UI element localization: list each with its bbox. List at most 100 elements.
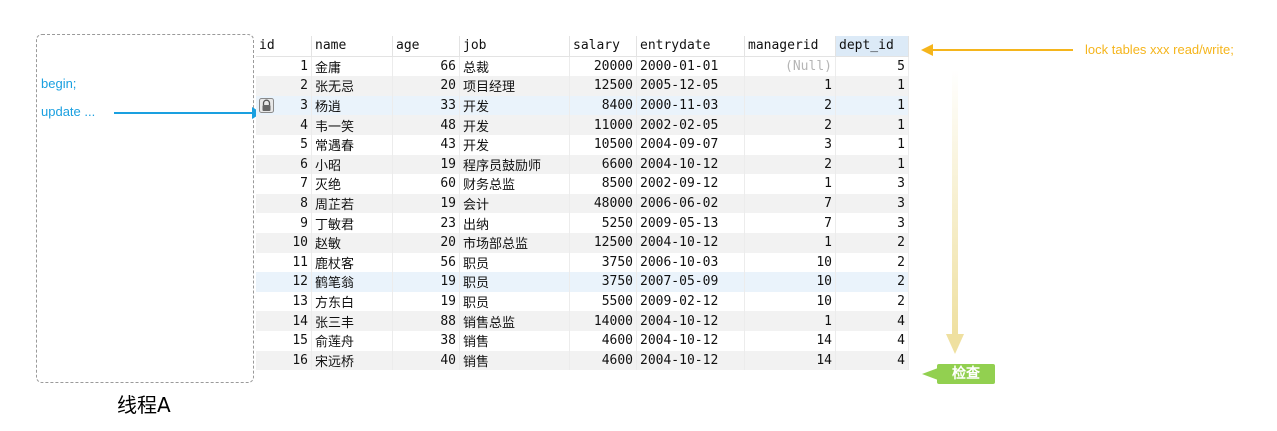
cell-age[interactable]: 48 <box>392 115 460 135</box>
cell-id[interactable]: 13 <box>256 291 312 312</box>
cell-managerid[interactable]: 1 <box>744 311 836 331</box>
cell-entrydate[interactable]: 2007-05-09 <box>636 272 745 292</box>
cell-dept-id[interactable]: 1 <box>835 76 909 96</box>
cell-job[interactable]: 项目经理 <box>459 76 570 96</box>
cell-name[interactable]: 常遇春 <box>311 134 393 155</box>
cell-age[interactable]: 19 <box>392 272 460 292</box>
cell-job[interactable]: 开发 <box>459 95 570 116</box>
cell-id[interactable]: 12 <box>256 272 312 292</box>
cell-name[interactable]: 丁敏君 <box>311 213 393 233</box>
table-row[interactable]: 7 灭绝 60 财务总监 8500 2002-09-12 1 3 <box>256 174 909 194</box>
column-header-id[interactable]: id <box>256 36 312 57</box>
table-row[interactable]: 13 方东白 19 职员 5500 2009-02-12 10 2 <box>256 291 909 312</box>
cell-managerid[interactable]: 14 <box>744 350 836 371</box>
table-row[interactable]: 16 宋远桥 40 销售 4600 2004-10-12 14 4 <box>256 350 909 371</box>
cell-id[interactable]: 6 <box>256 154 312 175</box>
cell-salary[interactable]: 12500 <box>569 76 637 96</box>
cell-age[interactable]: 60 <box>392 174 460 194</box>
cell-name[interactable]: 杨逍 <box>311 95 393 116</box>
cell-id[interactable]: 10 <box>256 232 312 253</box>
cell-name[interactable]: 赵敏 <box>311 232 393 253</box>
table-row[interactable]: 15 俞莲舟 38 销售 4600 2004-10-12 14 4 <box>256 330 909 351</box>
cell-name[interactable]: 俞莲舟 <box>311 330 393 351</box>
cell-name[interactable]: 周芷若 <box>311 193 393 214</box>
cell-salary[interactable]: 11000 <box>569 115 637 135</box>
cell-entrydate[interactable]: 2004-10-12 <box>636 350 745 371</box>
cell-id[interactable]: 2 <box>256 76 312 96</box>
cell-age[interactable]: 40 <box>392 350 460 371</box>
cell-managerid[interactable]: 1 <box>744 174 836 194</box>
table-row[interactable]: 11 鹿杖客 56 职员 3750 2006-10-03 10 2 <box>256 252 909 273</box>
cell-salary[interactable]: 5250 <box>569 213 637 233</box>
column-header-name[interactable]: name <box>311 36 393 57</box>
column-header-managerid[interactable]: managerid <box>744 36 836 57</box>
cell-id[interactable]: 16 <box>256 350 312 371</box>
cell-entrydate[interactable]: 2009-02-12 <box>636 291 745 312</box>
cell-salary[interactable]: 3750 <box>569 272 637 292</box>
cell-dept-id[interactable]: 2 <box>835 272 909 292</box>
cell-entrydate[interactable]: 2004-10-12 <box>636 154 745 175</box>
cell-id[interactable]: 15 <box>256 330 312 351</box>
cell-job[interactable]: 职员 <box>459 272 570 292</box>
table-row[interactable]: 6 小昭 19 程序员鼓励师 6600 2004-10-12 2 1 <box>256 154 909 175</box>
cell-salary[interactable]: 12500 <box>569 232 637 253</box>
cell-id[interactable]: 1 <box>256 56 312 77</box>
cell-name[interactable]: 灭绝 <box>311 174 393 194</box>
cell-managerid[interactable]: 10 <box>744 272 836 292</box>
cell-entrydate[interactable]: 2004-10-12 <box>636 232 745 253</box>
table-row[interactable]: 1 金庸 66 总裁 20000 2000-01-01 (Null) 5 <box>256 56 909 77</box>
cell-entrydate[interactable]: 2000-01-01 <box>636 56 745 77</box>
cell-age[interactable]: 20 <box>392 232 460 253</box>
cell-name[interactable]: 宋远桥 <box>311 350 393 371</box>
cell-job[interactable]: 出纳 <box>459 213 570 233</box>
cell-age[interactable]: 19 <box>392 154 460 175</box>
cell-job[interactable]: 销售 <box>459 330 570 351</box>
column-header-age[interactable]: age <box>392 36 460 57</box>
cell-id[interactable]: 8 <box>256 193 312 214</box>
cell-salary[interactable]: 6600 <box>569 154 637 175</box>
cell-entrydate[interactable]: 2006-06-02 <box>636 193 745 214</box>
cell-entrydate[interactable]: 2004-10-12 <box>636 330 745 351</box>
cell-age[interactable]: 33 <box>392 95 460 116</box>
cell-id[interactable]: 14 <box>256 311 312 331</box>
cell-age[interactable]: 20 <box>392 76 460 96</box>
cell-managerid[interactable]: 7 <box>744 213 836 233</box>
cell-dept-id[interactable]: 2 <box>835 291 909 312</box>
cell-name[interactable]: 韦一笑 <box>311 115 393 135</box>
cell-name[interactable]: 金庸 <box>311 56 393 77</box>
cell-name[interactable]: 鹿杖客 <box>311 252 393 273</box>
cell-job[interactable]: 程序员鼓励师 <box>459 154 570 175</box>
cell-dept-id[interactable]: 5 <box>835 56 909 77</box>
cell-dept-id[interactable]: 1 <box>835 95 909 116</box>
cell-dept-id[interactable]: 3 <box>835 213 909 233</box>
cell-dept-id[interactable]: 4 <box>835 330 909 351</box>
column-header-dept-id[interactable]: dept_id <box>835 36 909 57</box>
table-row[interactable]: 14 张三丰 88 销售总监 14000 2004-10-12 1 4 <box>256 311 909 331</box>
cell-id[interactable]: 3 <box>256 95 312 116</box>
cell-job[interactable]: 职员 <box>459 252 570 273</box>
cell-job[interactable]: 开发 <box>459 134 570 155</box>
cell-entrydate[interactable]: 2000-11-03 <box>636 95 745 116</box>
cell-job[interactable]: 市场部总监 <box>459 232 570 253</box>
cell-managerid[interactable]: 3 <box>744 134 836 155</box>
cell-age[interactable]: 19 <box>392 291 460 312</box>
cell-entrydate[interactable]: 2002-09-12 <box>636 174 745 194</box>
cell-id[interactable]: 11 <box>256 252 312 273</box>
cell-salary[interactable]: 20000 <box>569 56 637 77</box>
cell-salary[interactable]: 4600 <box>569 350 637 371</box>
cell-id[interactable]: 9 <box>256 213 312 233</box>
cell-dept-id[interactable]: 1 <box>835 134 909 155</box>
cell-job[interactable]: 销售总监 <box>459 311 570 331</box>
cell-dept-id[interactable]: 1 <box>835 154 909 175</box>
column-header-entrydate[interactable]: entrydate <box>636 36 745 57</box>
cell-dept-id[interactable]: 2 <box>835 232 909 253</box>
cell-dept-id[interactable]: 2 <box>835 252 909 273</box>
column-header-salary[interactable]: salary <box>569 36 637 57</box>
cell-dept-id[interactable]: 4 <box>835 311 909 331</box>
cell-job[interactable]: 开发 <box>459 115 570 135</box>
cell-name[interactable]: 小昭 <box>311 154 393 175</box>
cell-dept-id[interactable]: 1 <box>835 115 909 135</box>
table-row[interactable]: 10 赵敏 20 市场部总监 12500 2004-10-12 1 2 <box>256 232 909 253</box>
cell-age[interactable]: 23 <box>392 213 460 233</box>
cell-managerid[interactable]: 7 <box>744 193 836 214</box>
